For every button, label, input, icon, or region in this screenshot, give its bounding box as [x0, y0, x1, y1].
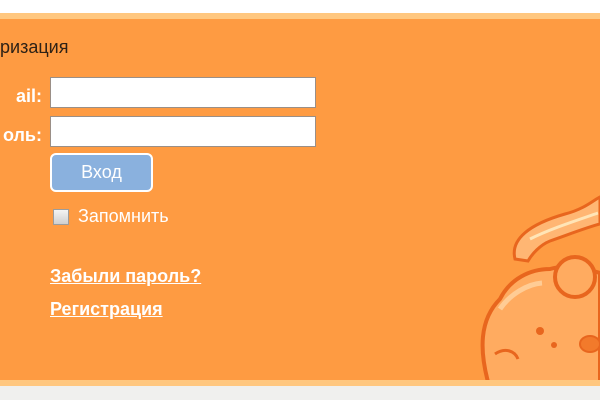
remember-label: Запомнить [78, 206, 169, 226]
password-field[interactable] [50, 116, 316, 147]
password-label: оль: [2, 125, 42, 145]
remember-checkbox[interactable] [53, 208, 69, 225]
forgot-password-link[interactable]: Забыли пароль? [50, 266, 201, 287]
remember-me[interactable]: Запомнить [53, 206, 169, 227]
register-link[interactable]: Регистрация [50, 299, 163, 320]
mascot-illustration [480, 195, 600, 380]
email-label: ail: [15, 86, 42, 106]
email-field[interactable] [50, 77, 316, 108]
login-panel: ризация ail: оль: Вход Запомнить Забыли … [0, 13, 600, 386]
login-button[interactable]: Вход [50, 153, 153, 192]
top-strip [0, 0, 600, 13]
panel-title: ризация [0, 37, 69, 57]
bottom-strip [0, 386, 600, 400]
